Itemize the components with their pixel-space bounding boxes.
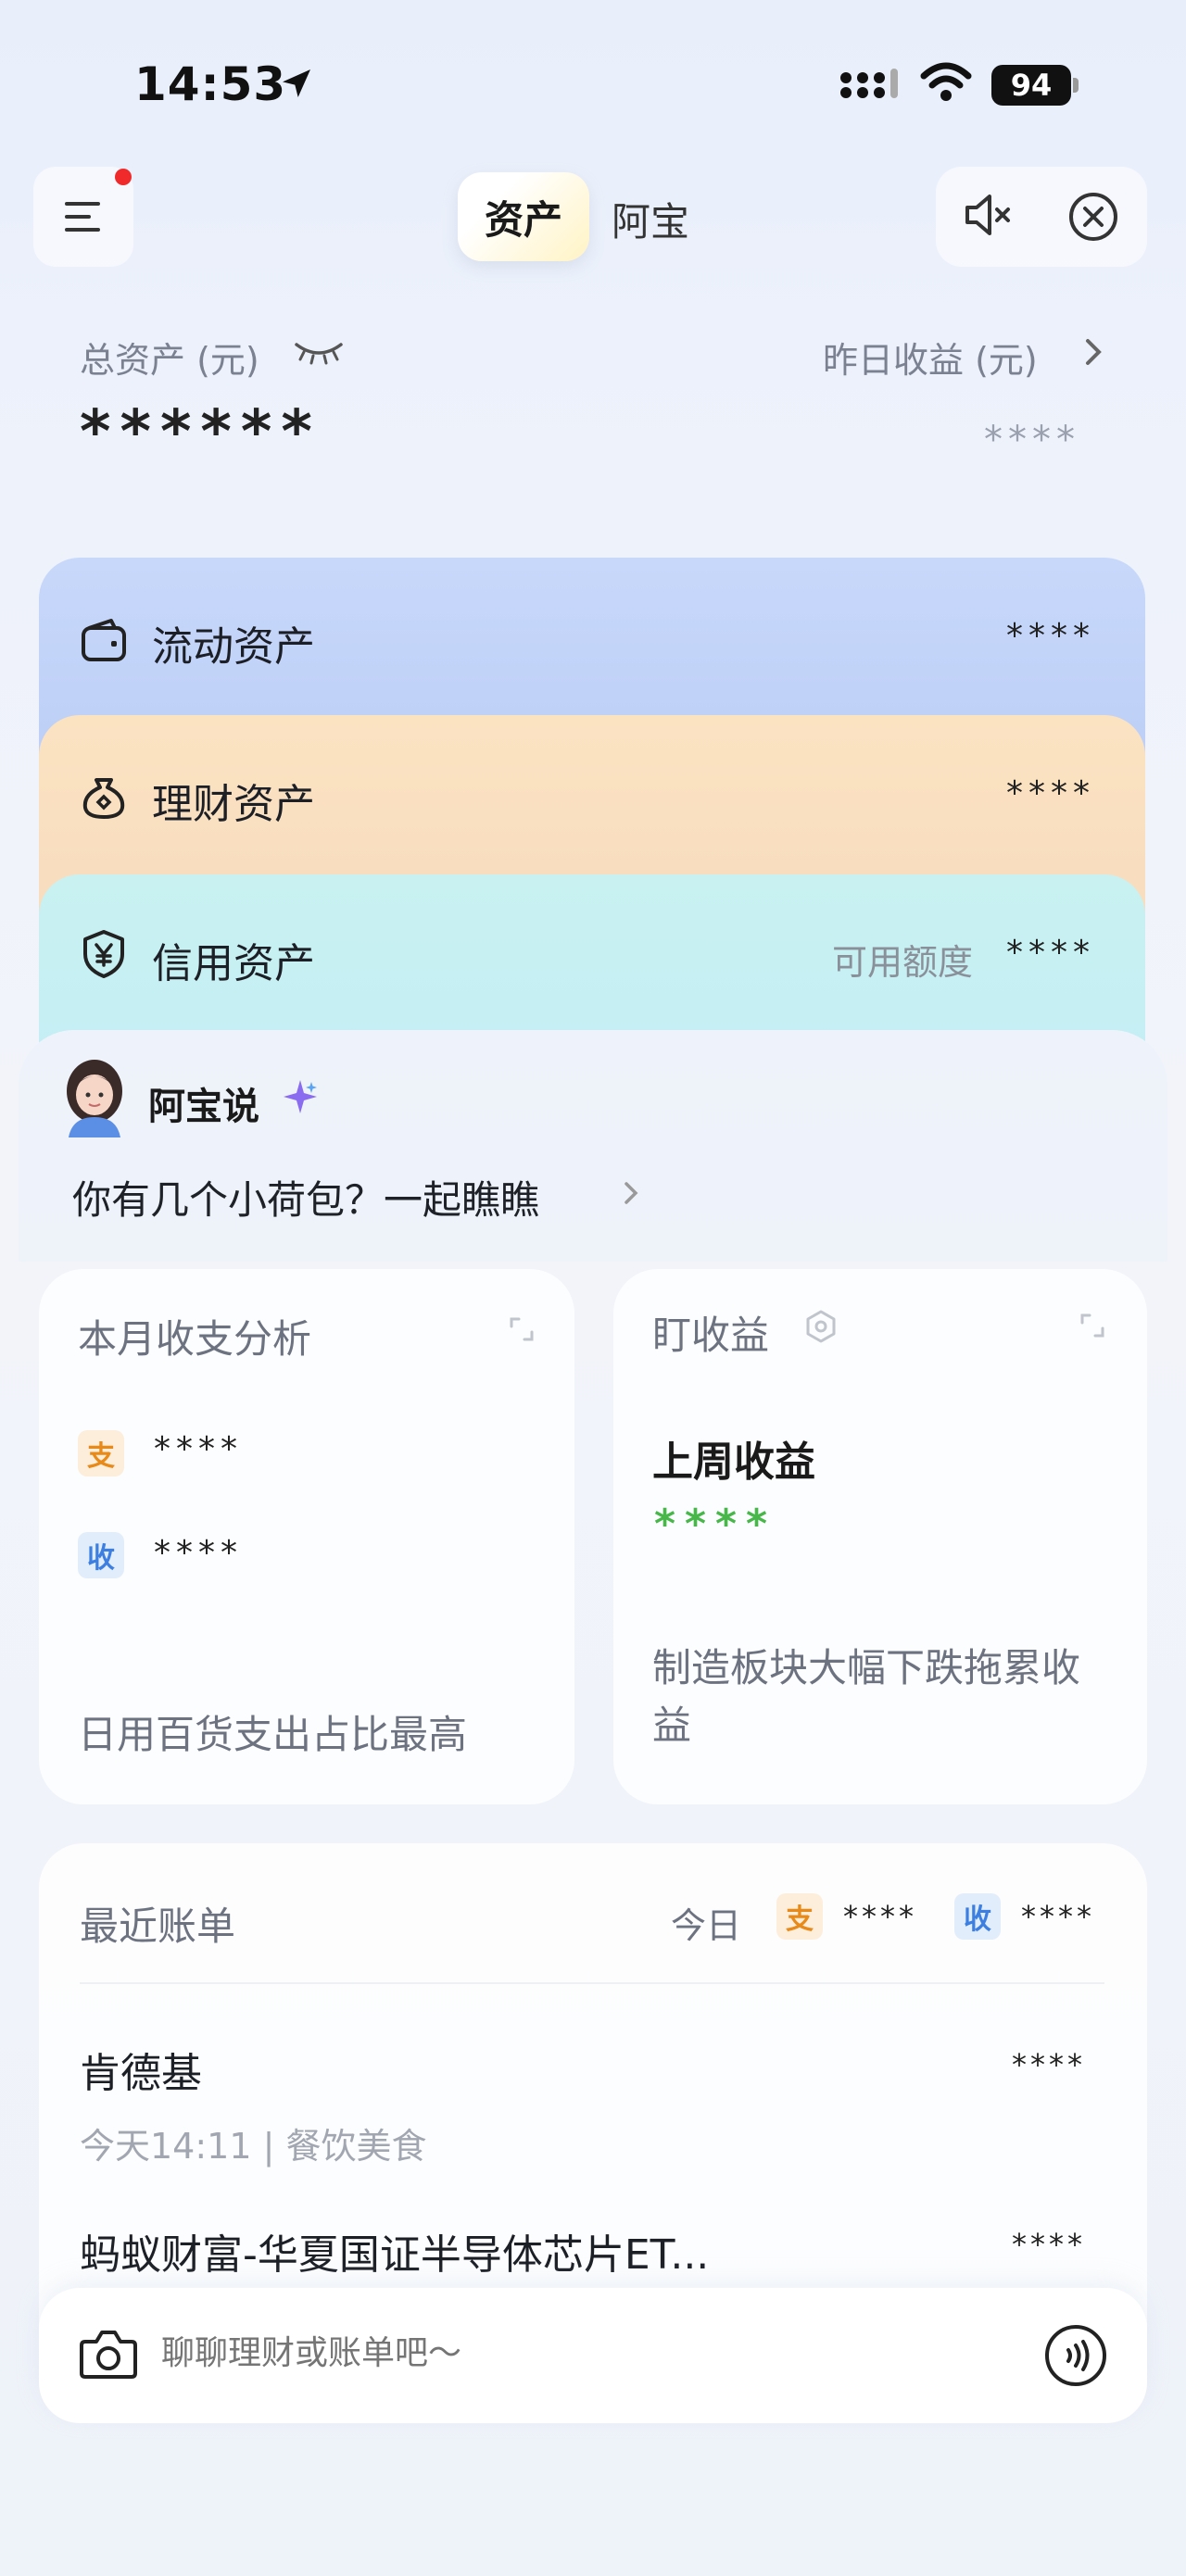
chevron-right-icon[interactable]: [1080, 333, 1106, 371]
available-credit-label: 可用额度: [832, 942, 974, 983]
total-assets-value: ******: [80, 398, 322, 467]
income-tag: 收: [954, 1893, 1001, 1940]
finance-assets-value: ****: [1006, 774, 1095, 812]
monthly-analysis-footer: 日用百货支出占比最高: [78, 1712, 468, 1757]
wallet-icon: [82, 619, 126, 661]
watch-earnings-title: 盯收益: [652, 1313, 770, 1358]
today-income-value: ****: [1021, 1899, 1095, 1934]
pay-tag: 支: [78, 1430, 124, 1476]
notification-dot: [115, 169, 132, 185]
voice-input-icon[interactable]: [1043, 2323, 1108, 2388]
tab-abao[interactable]: 阿宝: [612, 191, 689, 247]
watch-earnings-footer: 制造板块大幅下跌拖累收益: [652, 1645, 1081, 1748]
camera-icon[interactable]: [78, 2325, 139, 2382]
income-tag: 收: [78, 1532, 124, 1578]
money-bag-icon: [82, 778, 125, 819]
bill-item-name[interactable]: 肯德基: [80, 2040, 202, 2099]
bill-item-meta: 今天14:11 | 餐饮美食: [80, 2126, 427, 2167]
recent-bills-title: 最近账单: [80, 1904, 236, 1949]
today-label: 今日: [671, 1905, 742, 1946]
yesterday-earnings-value: ****: [984, 419, 1080, 461]
finance-assets-label: 理财资产: [152, 781, 315, 828]
tab-assets[interactable]: 资产: [458, 172, 589, 261]
abao-title: 阿宝说: [148, 1086, 259, 1128]
liquid-assets-value: ****: [1006, 617, 1095, 655]
eye-closed-icon[interactable]: [293, 339, 345, 365]
credit-assets-label: 信用资产: [152, 940, 315, 987]
last-week-earnings-value: ****: [654, 1501, 777, 1548]
bill-item-name[interactable]: 蚂蚁财富-华夏国证半导体芯片ET...: [80, 2221, 709, 2281]
battery-indicator: 94: [991, 65, 1080, 106]
abao-message[interactable]: 你有几个小荷包？一起瞧瞧: [72, 1169, 539, 1225]
monthly-pay-value: ****: [154, 1430, 243, 1468]
bill-item-amount: ****: [1012, 2047, 1086, 2082]
monthly-income-value: ****: [154, 1534, 243, 1572]
speaker-mute-icon[interactable]: [960, 187, 1016, 243]
wifi-icon: [920, 62, 972, 101]
menu-icon: [65, 202, 100, 232]
abao-avatar: [67, 1060, 122, 1137]
shield-yen-icon: [83, 930, 124, 978]
close-icon[interactable]: [1064, 187, 1123, 246]
location-arrow-icon: [283, 69, 310, 97]
monthly-analysis-title: 本月收支分析: [78, 1316, 312, 1362]
total-assets-label: 总资产 (元): [80, 340, 259, 381]
liquid-assets-label: 流动资产: [152, 623, 315, 671]
divider: [80, 1982, 1104, 1984]
expand-icon[interactable]: [1077, 1310, 1108, 1341]
last-week-earnings-label: 上周收益: [652, 1439, 815, 1486]
today-pay-value: ****: [843, 1899, 917, 1934]
abao-panel: [19, 1030, 1167, 1262]
chevron-right-icon[interactable]: [621, 1175, 643, 1212]
yesterday-earnings-label[interactable]: 昨日收益 (元): [823, 332, 1038, 383]
cellular-signal-icon: [840, 69, 898, 98]
pay-tag: 支: [776, 1893, 823, 1940]
credit-assets-value: ****: [1006, 934, 1095, 972]
status-time: 14:53: [134, 57, 287, 111]
expand-icon[interactable]: [506, 1313, 537, 1345]
battery-level: 94: [991, 65, 1071, 106]
chat-input[interactable]: [161, 2334, 995, 2372]
gear-icon[interactable]: [802, 1308, 839, 1345]
bill-item-amount: ****: [1012, 2227, 1086, 2262]
sparkle-icon: [284, 1080, 317, 1113]
